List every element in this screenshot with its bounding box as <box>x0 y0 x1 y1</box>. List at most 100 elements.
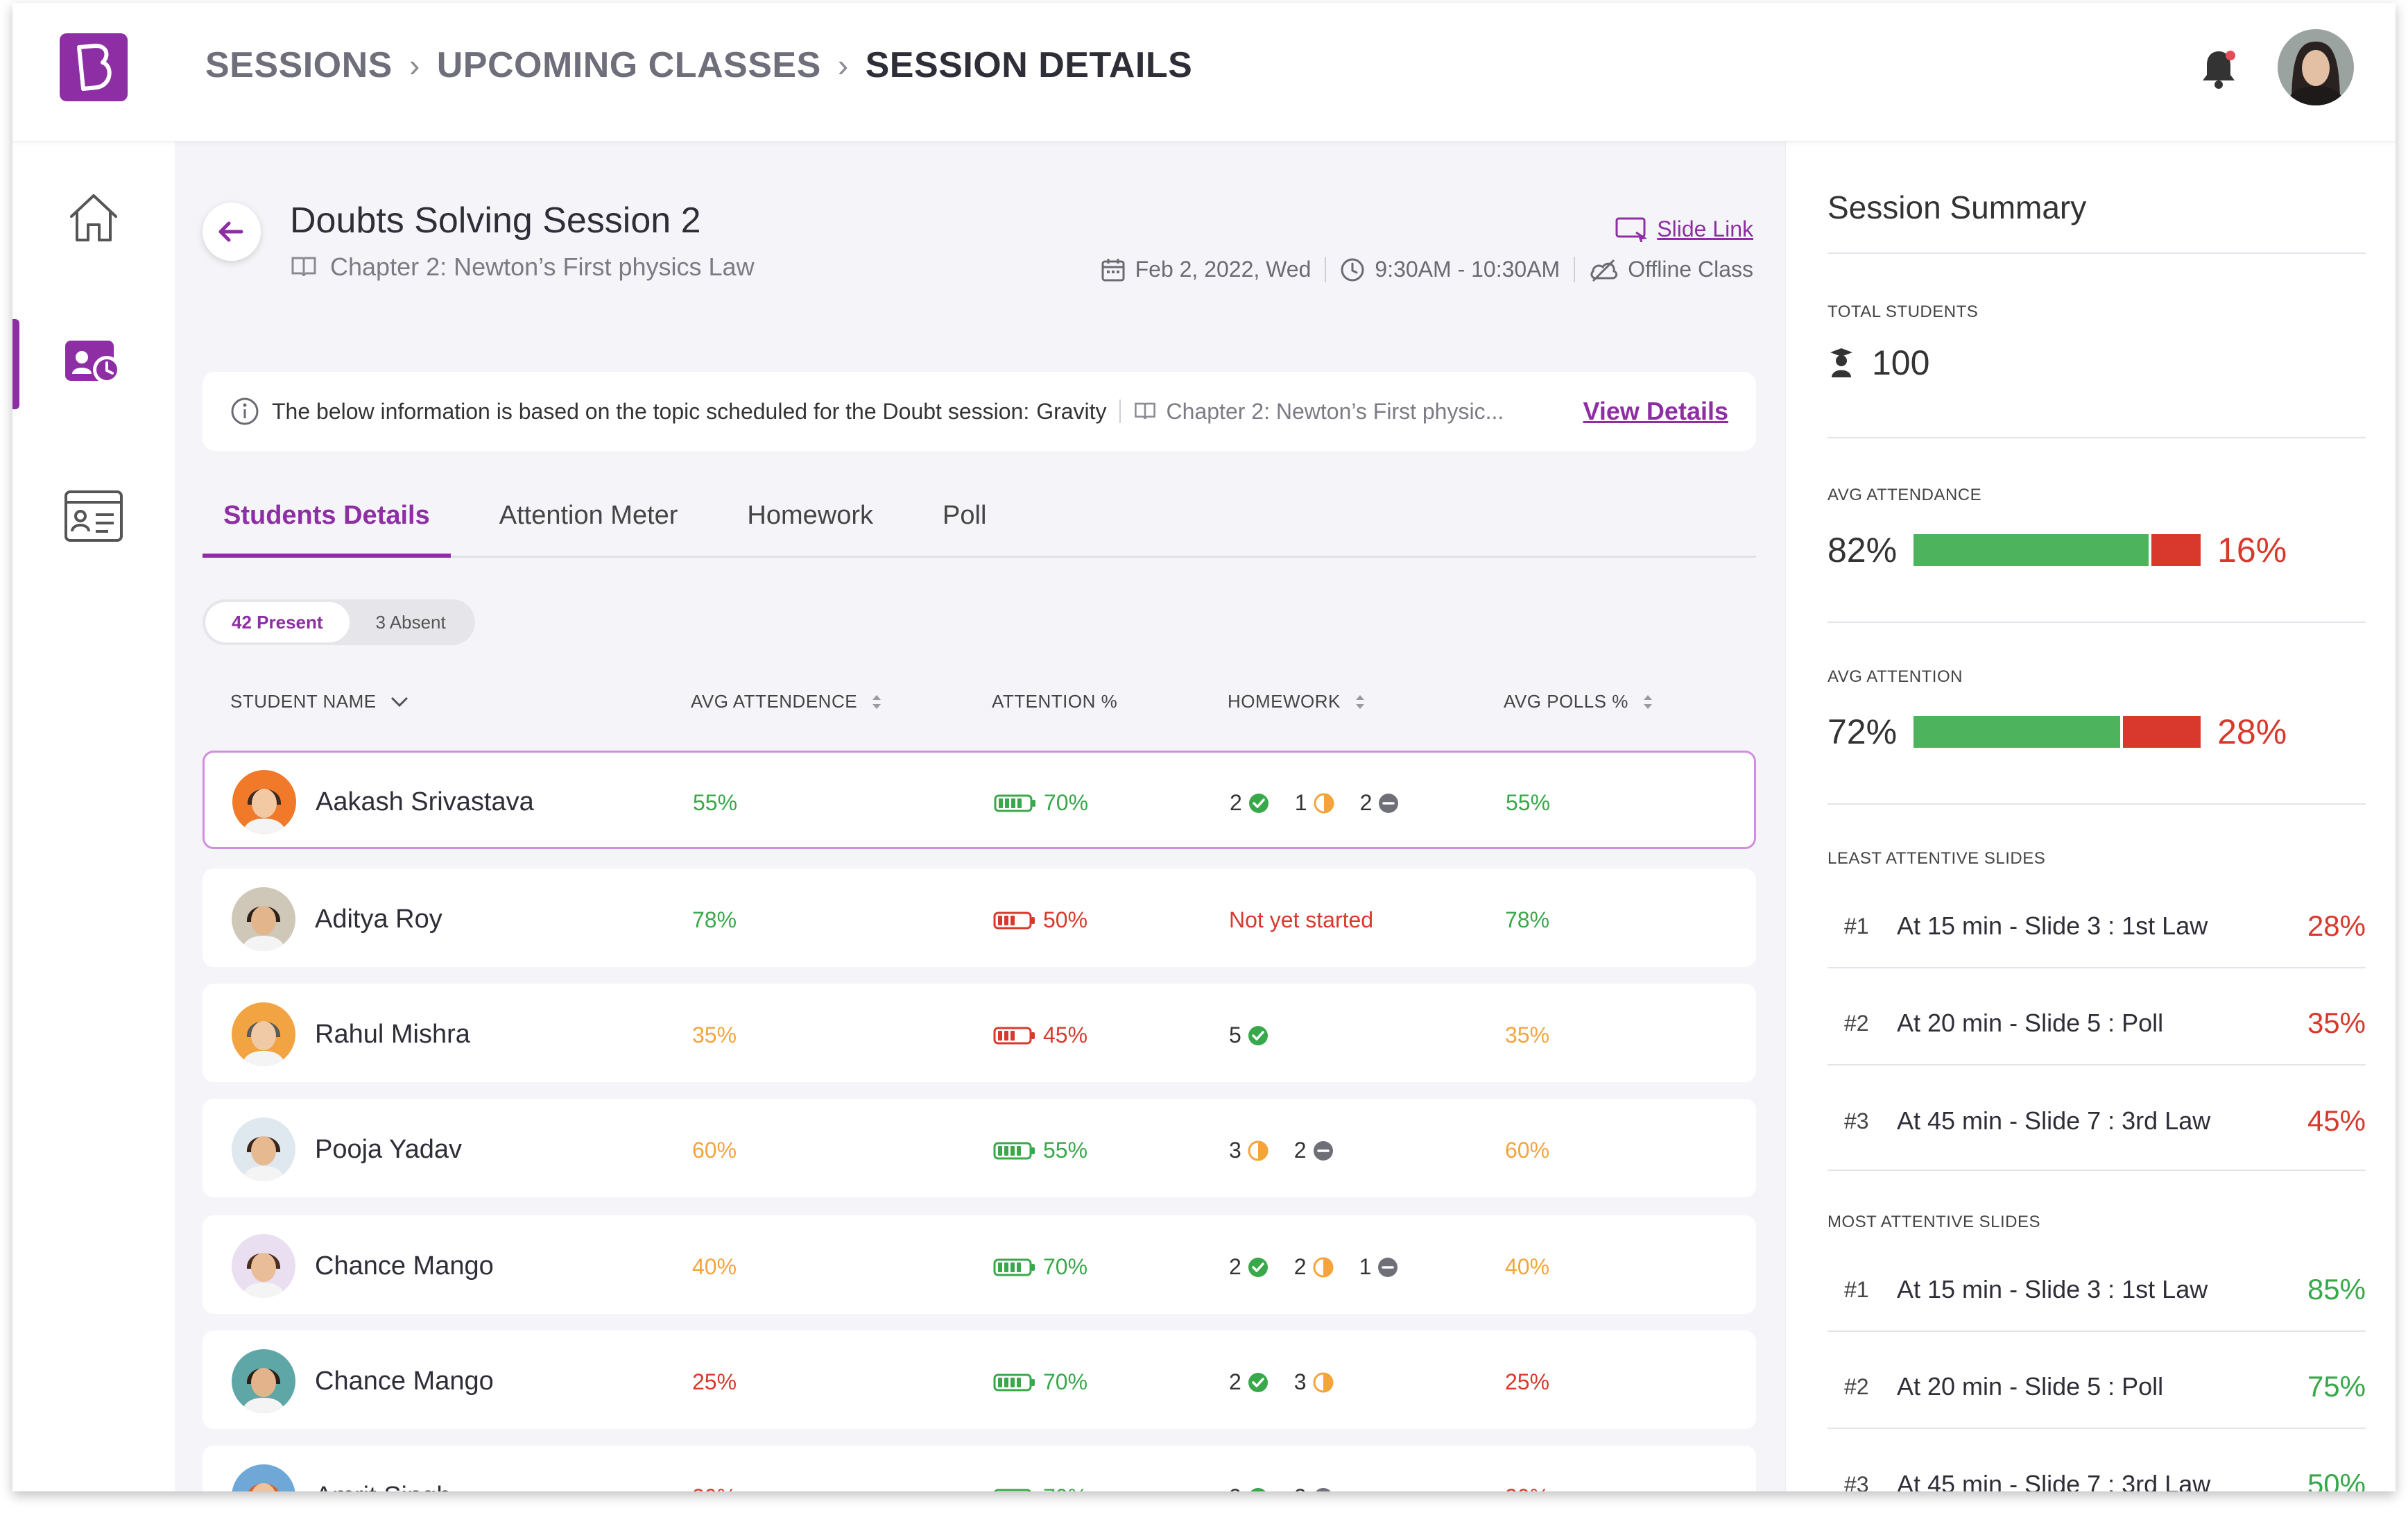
attention-bar-high <box>1914 716 2121 748</box>
attention-cell: 70% <box>993 1484 1087 1491</box>
attention-value: 70% <box>1044 790 1089 815</box>
top-header: SESSIONS › UPCOMING CLASSES › SESSION DE… <box>12 3 2396 142</box>
battery-icon <box>993 1142 1035 1159</box>
app-logo[interactable] <box>60 33 128 101</box>
session-time-text: 9:30AM - 10:30AM <box>1375 257 1560 282</box>
session-meta: Feb 2, 2022, Wed 9:30AM - 10:30AM Offlin… <box>1087 257 1753 282</box>
table-row[interactable]: Rahul Mishra 35% 45% 5 35% <box>203 984 1756 1082</box>
student-name[interactable]: Rahul Mishra <box>315 1020 470 1050</box>
presence-toggle: 42 Present 3 Absent <box>203 599 475 645</box>
avg-attendance-cell: 78% <box>692 907 737 932</box>
slide-row[interactable]: #2 At 20 min - Slide 5 : Poll 35% <box>1828 982 2366 1065</box>
breadcrumb-sessions[interactable]: SESSIONS <box>205 44 393 86</box>
slide-row[interactable]: #1 At 15 min - Slide 3 : 1st Law 85% <box>1828 1249 2366 1332</box>
breadcrumb-session-details: SESSION DETAILS <box>865 45 1193 85</box>
homework-count: 2 <box>1294 1138 1334 1163</box>
minus-circle-icon <box>1379 793 1399 813</box>
homework-count-value: 2 <box>1293 1254 1307 1279</box>
homework-count-value: 2 <box>1229 1369 1241 1394</box>
slide-text: At 20 min - Slide 5 : Poll <box>1897 1009 2164 1037</box>
notification-bell-icon[interactable] <box>2194 44 2243 93</box>
tab-poll[interactable]: Poll <box>922 488 1007 558</box>
slide-rank: #3 <box>1844 1108 1869 1133</box>
homework-count-value: 3 <box>1229 1138 1241 1163</box>
homework-cell: 32 <box>1229 1484 1352 1491</box>
total-students-value: 100 <box>1872 343 1930 382</box>
avg-attendance-cell: 60% <box>692 1138 737 1163</box>
slide-row[interactable]: #2 At 20 min - Slide 5 : Poll 75% <box>1828 1346 2366 1429</box>
tab-attention-meter[interactable]: Attention Meter <box>479 488 699 558</box>
attention-bar <box>1914 716 2201 748</box>
avatar <box>232 1349 295 1413</box>
slide-rank: #1 <box>1844 1276 1869 1302</box>
left-sidebar <box>12 142 175 1491</box>
check-circle-icon <box>1248 1257 1268 1277</box>
back-button[interactable] <box>203 203 261 261</box>
divider <box>1119 400 1121 423</box>
half-circle-icon <box>1313 1257 1334 1277</box>
column-student-name[interactable]: STUDENT NAME <box>230 691 410 712</box>
chevron-right-icon: › <box>837 47 849 83</box>
chapter-text: Chapter 2: Newton’s First physics Law <box>330 252 755 281</box>
tab-homework[interactable]: Homework <box>726 488 894 558</box>
homework-count-value: 2 <box>1294 1484 1307 1491</box>
student-name[interactable]: Pooja Yadav <box>315 1135 462 1165</box>
student-name[interactable]: Aakash Srivastava <box>316 787 534 817</box>
tab-students-details[interactable]: Students Details <box>203 488 451 558</box>
book-icon <box>291 257 316 277</box>
present-filter[interactable]: 42 Present <box>205 602 350 642</box>
student-icon <box>1830 348 1852 377</box>
student-name[interactable]: Chance Mango <box>315 1251 494 1281</box>
attention-cell: 70% <box>993 1369 1087 1395</box>
attention-cell: 50% <box>993 907 1087 933</box>
homework-count-value: 5 <box>1229 1022 1241 1047</box>
homework-cell: 23 <box>1229 1369 1352 1395</box>
absent-filter[interactable]: 3 Absent <box>350 602 472 642</box>
slide-row[interactable]: #1 At 15 min - Slide 3 : 1st Law 28% <box>1828 885 2366 968</box>
view-details-link[interactable]: View Details <box>1583 397 1728 426</box>
nav-home[interactable] <box>12 176 175 259</box>
slide-rank: #2 <box>1844 1373 1869 1399</box>
session-date: Feb 2, 2022, Wed <box>1087 257 1325 282</box>
avatar <box>232 1234 295 1298</box>
avg-attendance-cell: 25% <box>692 1369 737 1394</box>
table-row[interactable]: Chance Mango 40% 70% 2 2 1 40% <box>203 1215 1756 1314</box>
column-avg-attendance[interactable]: AVG ATTENDENCE <box>691 691 884 712</box>
logo-icon <box>77 44 112 91</box>
slide-row[interactable]: #3 At 45 min - Slide 7 : 3rd Law 50% <box>1828 1443 2366 1491</box>
session-date-text: Feb 2, 2022, Wed <box>1135 257 1312 282</box>
table-row[interactable]: Aditya Roy 78% 50% Not yet started 78% <box>203 868 1756 967</box>
student-name[interactable]: Amrit Singh <box>315 1482 451 1491</box>
attention-value: 70% <box>1043 1369 1088 1394</box>
slide-row[interactable]: #3 At 45 min - Slide 7 : 3rd Law 45% <box>1828 1079 2366 1163</box>
user-avatar[interactable] <box>2278 29 2354 105</box>
homework-count-value: 2 <box>1229 1254 1241 1279</box>
homework-cell: 2 1 2 <box>1230 790 1418 816</box>
homework-cell: 32 <box>1229 1138 1352 1163</box>
column-homework[interactable]: HOMEWORK <box>1228 691 1367 712</box>
info-topic: Gravity <box>1036 398 1107 424</box>
breadcrumb-upcoming-classes[interactable]: UPCOMING CLASSES <box>437 44 821 86</box>
table-row[interactable]: Amrit Singh30%70%3230% <box>203 1446 1756 1491</box>
info-icon <box>231 397 259 425</box>
avg-attendance-label: AVG ATTENDANCE <box>1828 486 1982 504</box>
table-row[interactable]: Aakash Srivastava 55% 70% 2 1 2 55% <box>203 751 1756 849</box>
avg-attendance-cell: 55% <box>693 790 738 815</box>
nav-profile-card[interactable] <box>12 474 175 558</box>
homework-count: 3 <box>1294 1369 1334 1395</box>
avg-attendance-cell: 35% <box>692 1022 737 1047</box>
slide-link-label[interactable]: Slide Link <box>1657 216 1753 242</box>
avg-polls-cell: 55% <box>1506 790 1551 815</box>
slide-attention-value: 35% <box>2307 1007 2366 1039</box>
table-row[interactable]: Pooja Yadav 60% 55% 3 2 60% <box>203 1099 1756 1197</box>
student-name[interactable]: Chance Mango <box>315 1367 494 1396</box>
table-row[interactable]: Chance Mango 25% 70% 2 3 25% <box>203 1330 1756 1429</box>
avg-attention-value: 72% <box>1828 712 1898 751</box>
attention-value: 50% <box>1043 907 1088 932</box>
slide-link[interactable]: Slide Link <box>1615 216 1753 242</box>
homework-status: Not yet started <box>1229 907 1374 932</box>
column-avg-polls[interactable]: AVG POLLS % <box>1504 691 1655 712</box>
check-circle-icon <box>1248 1372 1268 1392</box>
student-name[interactable]: Aditya Roy <box>315 905 442 934</box>
nav-sessions[interactable] <box>12 319 175 409</box>
